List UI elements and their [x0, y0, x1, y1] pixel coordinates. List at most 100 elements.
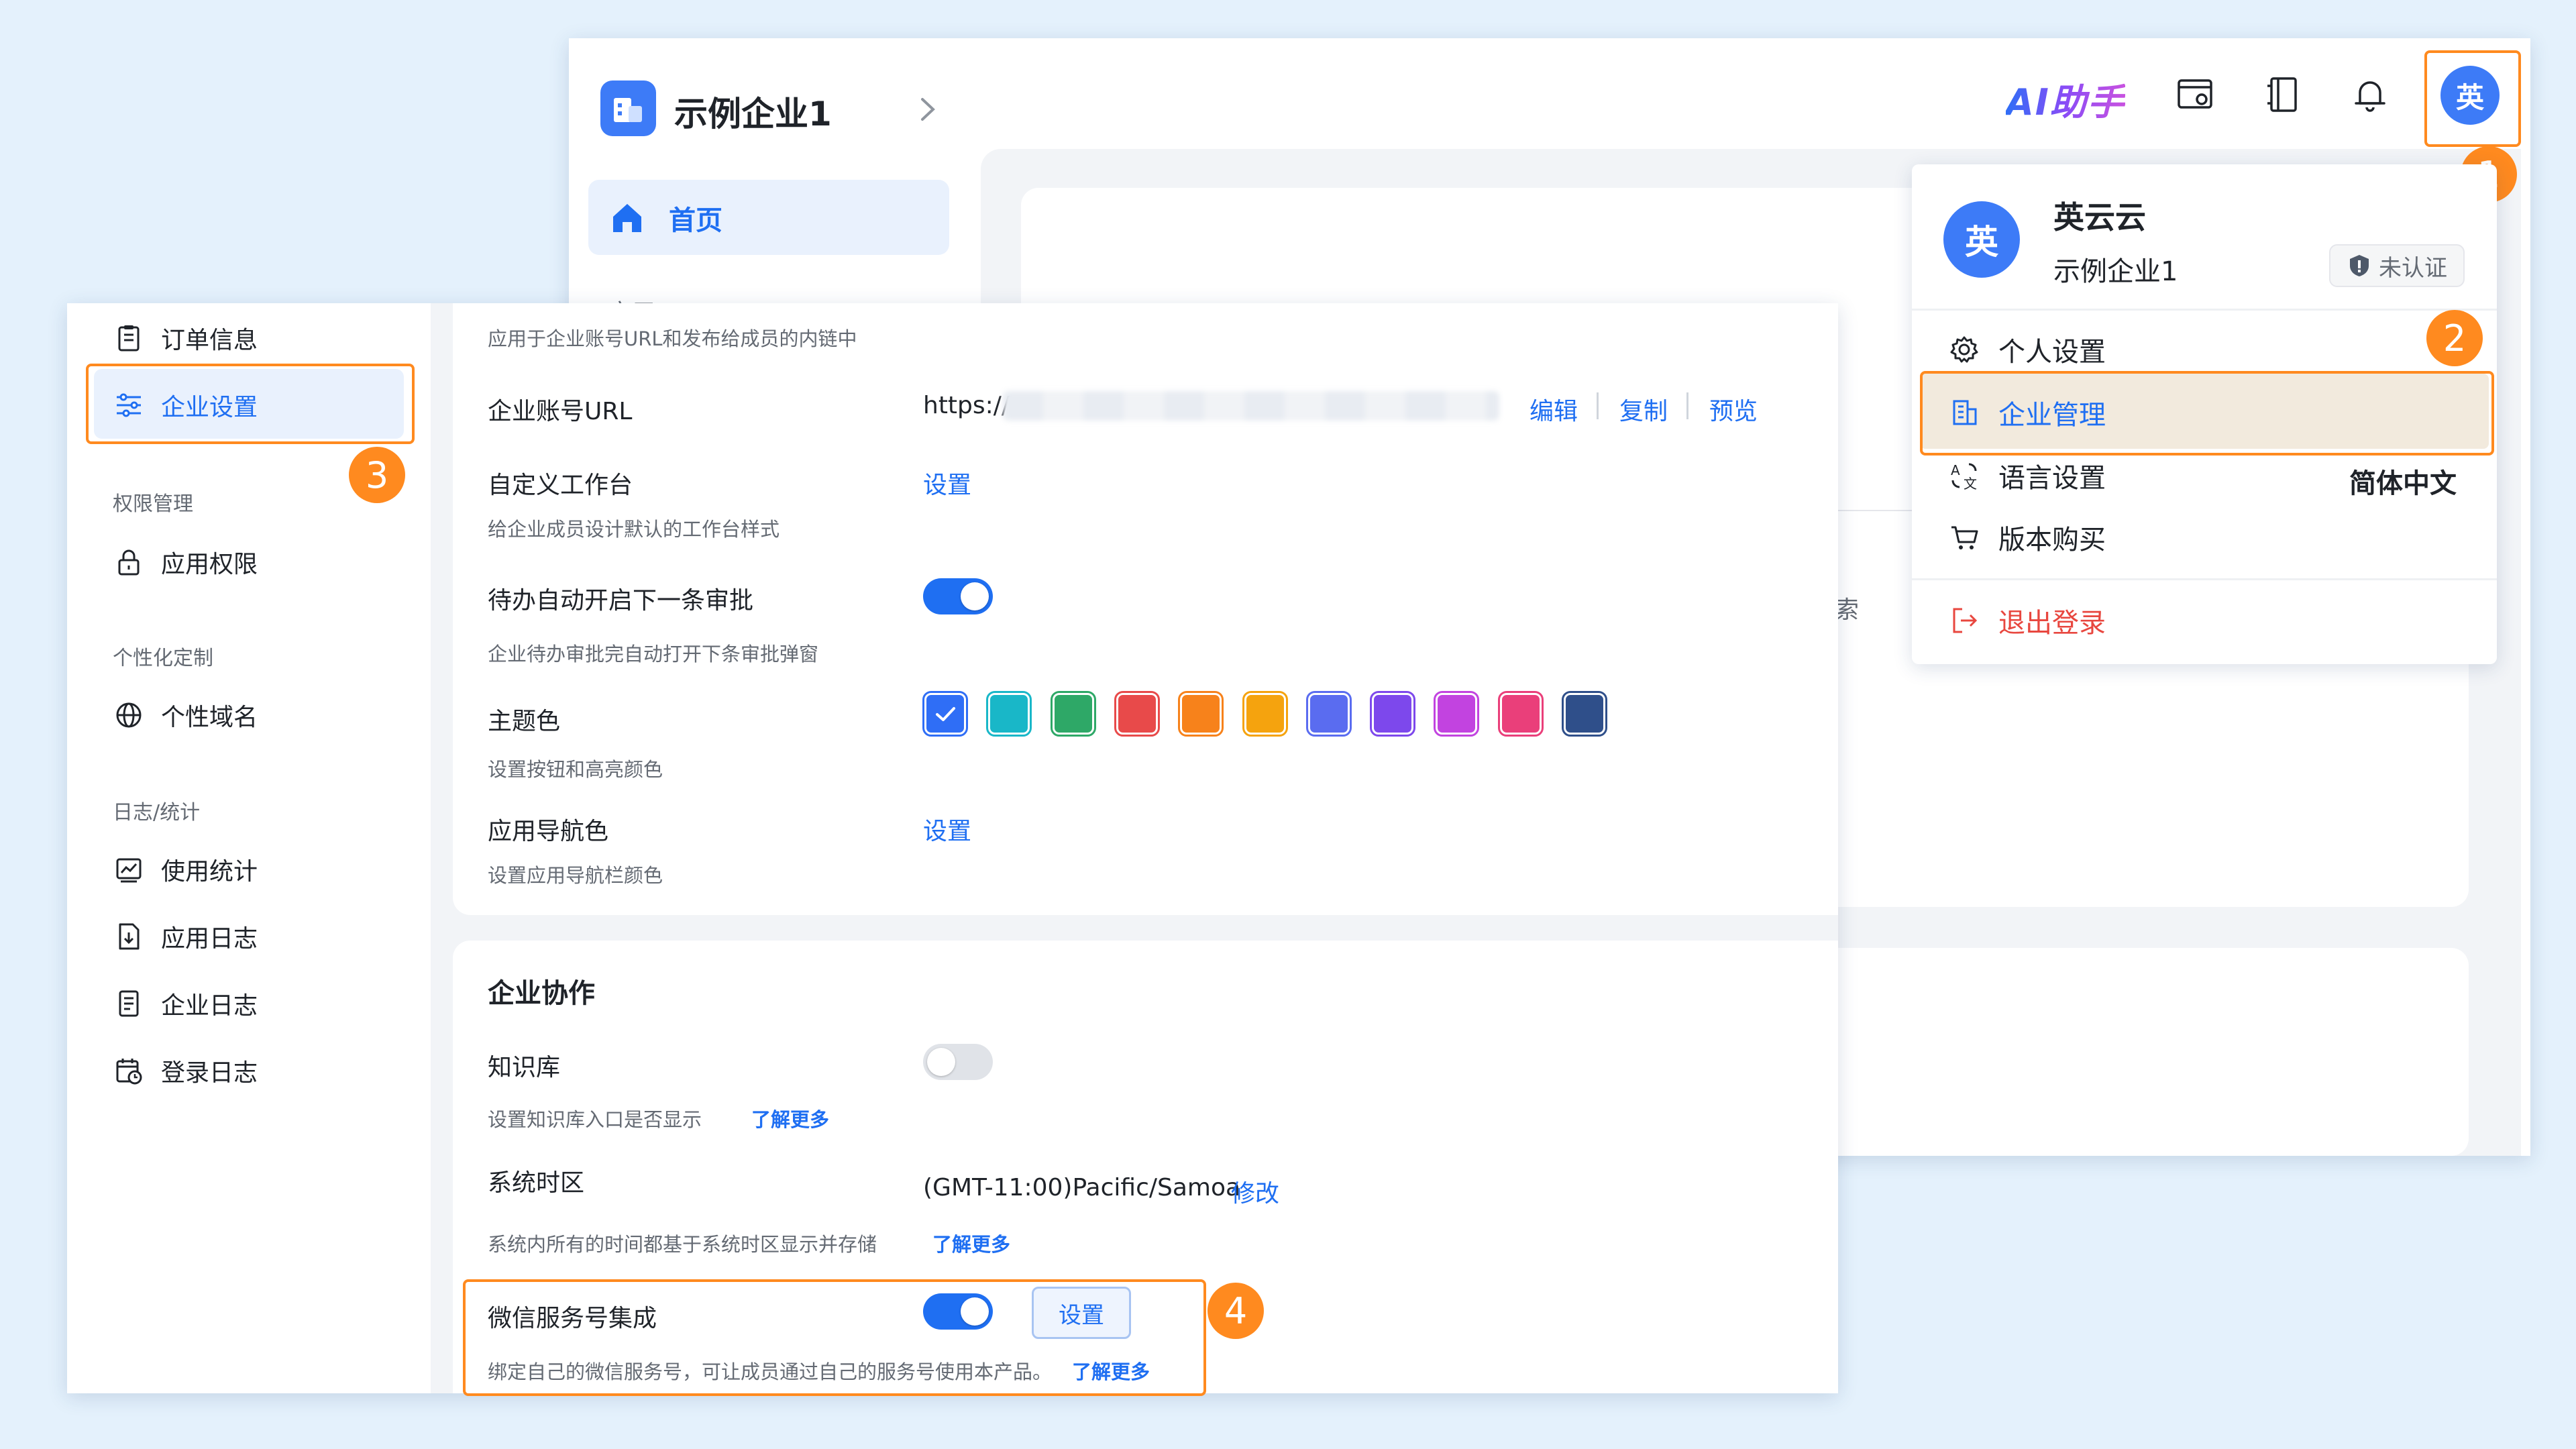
company-logo	[600, 80, 656, 136]
nav-item-enterprise-log[interactable]: 企业日志	[114, 986, 258, 1021]
nav-item-usage-stats[interactable]: 使用统计	[114, 852, 258, 887]
certification-label: 未认证	[2379, 254, 2447, 282]
dropdown-divider	[1912, 578, 2497, 580]
chevron-right-icon[interactable]	[914, 94, 941, 125]
nav-item-label: 使用统计	[161, 858, 258, 885]
account-url-label: 企业账号URL	[488, 398, 633, 425]
menu-item-personal-settings[interactable]: 个人设置	[1949, 330, 2106, 369]
language-current-value: 简体中文	[2349, 468, 2457, 499]
highlight-box-3	[86, 364, 415, 444]
nav-group-permission: 权限管理	[113, 492, 193, 516]
timezone-edit-link[interactable]: 修改	[1231, 1174, 1279, 1209]
url-usage-desc: 应用于企业账号URL和发布给成员的内链中	[488, 327, 857, 350]
knowledge-label: 知识库	[488, 1054, 561, 1081]
nav-item-label: 应用权限	[161, 551, 258, 578]
knowledge-toggle[interactable]	[923, 1044, 993, 1080]
search-label-partial: 索	[1835, 596, 1860, 624]
theme-color-swatch[interactable]	[1562, 691, 1607, 737]
section-title-collaboration: 企业协作	[488, 978, 595, 1009]
nav-color-set-link[interactable]: 设置	[923, 812, 971, 847]
nav-item-order-info[interactable]: 订单信息	[114, 321, 258, 356]
ai-assistant-button[interactable]: AI助手	[2006, 72, 2125, 125]
menu-item-version-purchase[interactable]: 版本购买	[1949, 518, 2106, 557]
timezone-value: (GMT-11:00)Pacific/Samoa	[923, 1174, 1241, 1201]
chart-line-icon	[116, 858, 142, 883]
menu-item-language-settings[interactable]: A文 语言设置	[1949, 456, 2106, 495]
timezone-learn-more-link[interactable]: 了解更多	[932, 1229, 1010, 1257]
nav-item-app-permission[interactable]: 应用权限	[114, 545, 258, 580]
theme-color-swatch[interactable]	[1242, 691, 1288, 737]
building-icon	[614, 98, 642, 122]
knowledge-desc: 设置知识库入口是否显示	[488, 1108, 702, 1131]
knowledge-learn-more-link[interactable]: 了解更多	[751, 1104, 829, 1132]
timezone-desc: 系统内所有的时间都基于系统时区显示并存储	[488, 1233, 877, 1256]
calendar-clock-icon	[116, 1059, 142, 1085]
menu-item-label: 个人设置	[1998, 337, 2106, 368]
account-url-blurred	[1003, 391, 1499, 421]
notebook-icon[interactable]	[2261, 72, 2305, 117]
url-edit-link[interactable]: 编辑	[1529, 392, 1578, 427]
step-badge-3: 3	[349, 447, 405, 503]
highlight-box-4	[463, 1279, 1206, 1396]
nav-item-label: 登录日志	[161, 1059, 258, 1087]
theme-color-desc: 设置按钮和高亮颜色	[488, 758, 663, 781]
url-preview-link[interactable]: 预览	[1709, 392, 1758, 427]
timezone-label: 系统时区	[488, 1169, 585, 1197]
nav-item-label: 应用日志	[161, 925, 258, 953]
document-icon	[119, 990, 139, 1017]
link-separator	[1597, 392, 1599, 419]
custom-workbench-set-link[interactable]: 设置	[923, 466, 971, 500]
theme-color-swatch[interactable]	[1370, 691, 1416, 737]
auto-next-label: 待办自动开启下一条审批	[488, 587, 754, 614]
home-icon	[609, 200, 645, 236]
account-url-value: https://	[923, 392, 1010, 419]
shield-icon	[2350, 255, 2369, 276]
link-separator	[1686, 392, 1688, 419]
step-badge-2: 2	[2426, 310, 2483, 366]
lock-icon	[118, 549, 140, 576]
highlight-box-2	[1920, 371, 2494, 455]
nav-item-label: 企业日志	[161, 992, 258, 1020]
menu-item-logout[interactable]: 退出登录	[1949, 601, 2106, 640]
theme-color-swatch[interactable]	[1178, 691, 1224, 737]
theme-color-swatch[interactable]	[986, 691, 1032, 737]
browser-settings-icon[interactable]	[2174, 72, 2218, 117]
theme-color-swatch[interactable]	[1050, 691, 1096, 737]
nav-group-logs: 日志/统计	[113, 801, 201, 824]
toggle-knob	[927, 1048, 955, 1076]
auto-next-desc: 企业待办审批完自动打开下条审批弹窗	[488, 643, 819, 665]
nav-item-label: 订单信息	[161, 327, 258, 354]
nav-item-label: 个性域名	[161, 704, 258, 731]
sidebar-item-home-label: 首页	[669, 205, 722, 236]
dropdown-company-name: 示例企业1	[2053, 256, 2178, 287]
gear-icon	[1950, 336, 1978, 363]
nav-item-custom-domain[interactable]: 个性域名	[114, 698, 258, 733]
menu-item-label: 语言设置	[1998, 463, 2106, 494]
bell-icon[interactable]	[2348, 72, 2392, 117]
theme-color-swatch[interactable]	[1434, 691, 1480, 737]
theme-color-label: 主题色	[488, 708, 561, 735]
theme-color-swatch[interactable]	[1497, 691, 1544, 737]
theme-color-swatch[interactable]	[1114, 691, 1160, 737]
auto-next-toggle[interactable]	[923, 578, 993, 614]
theme-color-swatch[interactable]	[1305, 691, 1352, 737]
custom-workbench-desc: 给企业成员设计默认的工作台样式	[488, 518, 780, 541]
menu-item-label: 退出登录	[1998, 608, 2106, 639]
theme-color-swatch[interactable]	[922, 691, 968, 737]
check-icon	[936, 707, 955, 721]
company-name[interactable]: 示例企业1	[674, 87, 832, 136]
nav-color-label: 应用导航色	[488, 818, 609, 845]
menu-item-label: 版本购买	[1998, 525, 2106, 555]
svg-text:A: A	[1951, 462, 1960, 478]
certification-badge[interactable]: 未认证	[2329, 244, 2465, 287]
nav-item-login-log[interactable]: 登录日志	[114, 1053, 258, 1088]
custom-workbench-label: 自定义工作台	[488, 472, 633, 499]
dropdown-avatar: 英	[1943, 201, 2020, 278]
file-download-icon	[119, 923, 140, 950]
translate-icon: A文	[1951, 462, 1977, 491]
url-copy-link[interactable]: 复制	[1619, 392, 1668, 427]
cart-icon	[1951, 526, 1978, 549]
nav-item-app-log[interactable]: 应用日志	[114, 919, 258, 954]
dropdown-divider	[1912, 309, 2497, 311]
step-badge-4: 4	[1208, 1283, 1264, 1339]
